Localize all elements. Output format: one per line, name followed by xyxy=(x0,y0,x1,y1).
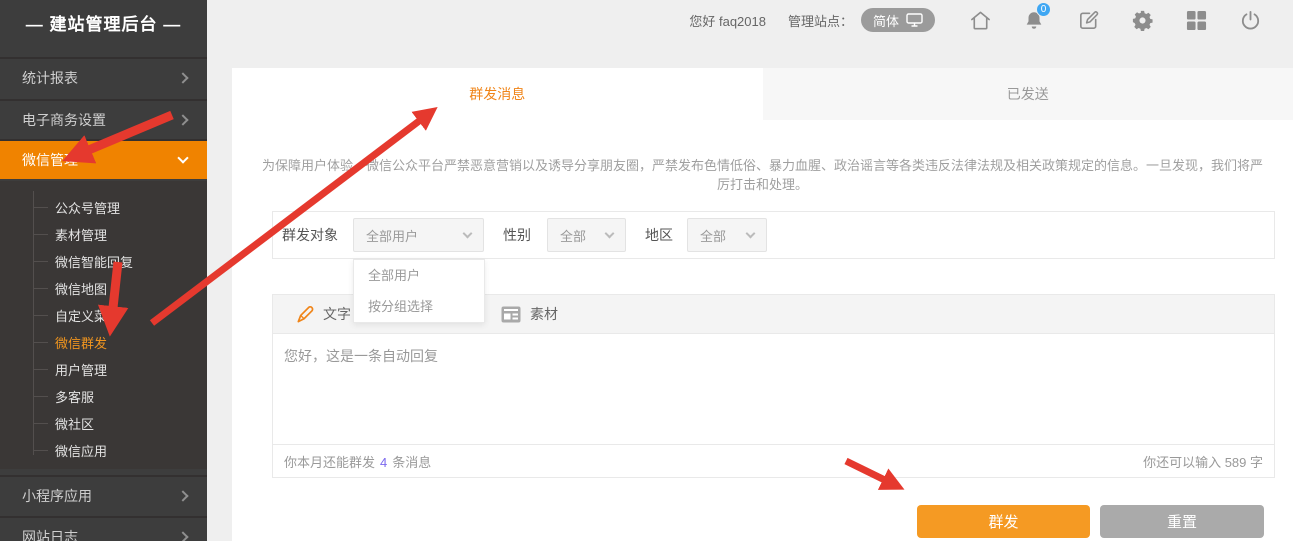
sidebar-item-label: 微信管理 xyxy=(22,150,78,170)
language-site-button[interactable]: 简体 xyxy=(861,8,935,32)
monthly-quota-text: 你本月还能群发4条消息 xyxy=(284,452,431,471)
dropdown-option-all-users[interactable]: 全部用户 xyxy=(354,260,484,291)
submenu-item-official-account[interactable]: 公众号管理 xyxy=(0,194,207,221)
monitor-icon xyxy=(906,13,923,27)
home-button[interactable] xyxy=(953,9,1007,32)
material-tool-button[interactable]: 素材 xyxy=(501,304,558,324)
compose-button[interactable] xyxy=(1061,9,1115,32)
grid-icon xyxy=(1186,10,1207,31)
submenu-item-smart-reply[interactable]: 微信智能回复 xyxy=(0,248,207,275)
action-buttons: 群发 重置 xyxy=(232,478,1293,538)
pencil-icon xyxy=(295,304,314,324)
sidebar-item-label: 小程序应用 xyxy=(22,486,92,506)
submenu-item-wechat-app[interactable]: 微信应用 xyxy=(0,437,207,464)
chevron-down-icon xyxy=(746,229,756,239)
app-title: — 建站管理后台 — xyxy=(0,0,207,45)
managed-site-label: 管理站点： xyxy=(788,11,853,30)
target-dropdown-menu: 全部用户 按分组选择 xyxy=(353,259,485,323)
chars-remaining-text: 你还可以输入 589 字 xyxy=(1143,452,1263,471)
gender-select[interactable]: 全部 xyxy=(547,218,626,252)
filter-row: 群发对象 全部用户 性别 全部 地区 全部 全部用户 按分组选择 xyxy=(272,211,1275,259)
tab-mass-message[interactable]: 群发消息 xyxy=(232,68,763,120)
sidebar-item-ecommerce[interactable]: 电子商务设置 xyxy=(0,99,207,139)
sidebar-item-label: 网站日志 xyxy=(22,527,78,541)
sidebar-item-miniprogram[interactable]: 小程序应用 xyxy=(0,475,207,515)
gender-label: 性别 xyxy=(503,225,531,245)
content-card: 群发消息 已发送 为保障用户体验，微信公众平台严禁恶意营销以及诱导分享朋友圈，严… xyxy=(232,68,1293,541)
chevron-down-icon xyxy=(605,229,615,239)
submenu-item-multi-service[interactable]: 多客服 xyxy=(0,383,207,410)
message-textarea[interactable]: 您好，这是一条自动回复 xyxy=(273,334,1274,444)
tab-bar: 群发消息 已发送 xyxy=(232,68,1293,120)
sidebar: — 建站管理后台 — 统计报表 电子商务设置 微信管理 公众号管理 素材管理 微… xyxy=(0,0,207,541)
chevron-right-icon xyxy=(177,490,188,501)
apps-button[interactable] xyxy=(1169,10,1223,31)
submenu-item-material[interactable]: 素材管理 xyxy=(0,221,207,248)
chevron-right-icon xyxy=(177,72,188,83)
submenu-item-custom-menu[interactable]: 自定义菜单 xyxy=(0,302,207,329)
wechat-submenu: 公众号管理 素材管理 微信智能回复 微信地图 自定义菜单 微信群发 用户管理 多… xyxy=(0,181,207,469)
gear-icon xyxy=(1131,9,1154,32)
top-header: 您好 faq2018 管理站点： 简体 0 xyxy=(207,0,1293,40)
submenu-item-wechat-map[interactable]: 微信地图 xyxy=(0,275,207,302)
target-label: 群发对象 xyxy=(282,225,338,245)
mass-send-button[interactable]: 群发 xyxy=(917,505,1090,538)
sidebar-item-label: 统计报表 xyxy=(22,68,78,88)
notifications-button[interactable]: 0 xyxy=(1007,9,1061,32)
chevron-down-icon xyxy=(177,152,188,163)
chevron-right-icon xyxy=(177,531,188,541)
settings-button[interactable] xyxy=(1115,9,1169,32)
notification-badge: 0 xyxy=(1036,2,1051,17)
region-label: 地区 xyxy=(645,225,673,245)
text-tool-button[interactable]: 文字 xyxy=(295,304,351,324)
home-icon xyxy=(969,9,992,32)
policy-notice: 为保障用户体验，微信公众平台严禁恶意营销以及诱导分享朋友圈，严禁发布色情低俗、暴… xyxy=(232,155,1293,193)
submenu-item-mass-send[interactable]: 微信群发 xyxy=(0,329,207,356)
sidebar-item-label: 电子商务设置 xyxy=(22,110,106,130)
edit-icon xyxy=(1077,9,1100,32)
tab-sent[interactable]: 已发送 xyxy=(763,68,1293,120)
logout-button[interactable] xyxy=(1223,9,1277,32)
material-icon xyxy=(501,306,521,323)
sidebar-item-site-log[interactable]: 网站日志 xyxy=(0,516,207,541)
sidebar-item-wechat[interactable]: 微信管理 xyxy=(0,139,207,179)
chevron-right-icon xyxy=(177,114,188,125)
editor-footer: 你本月还能群发4条消息 你还可以输入 589 字 xyxy=(273,444,1274,477)
submenu-item-micro-community[interactable]: 微社区 xyxy=(0,410,207,437)
user-greeting: 您好 faq2018 xyxy=(689,11,766,30)
chevron-down-icon xyxy=(463,229,473,239)
quota-count: 4 xyxy=(380,455,387,470)
power-icon xyxy=(1239,9,1262,32)
submenu-item-user-management[interactable]: 用户管理 xyxy=(0,356,207,383)
dropdown-option-by-group[interactable]: 按分组选择 xyxy=(354,291,484,322)
region-select[interactable]: 全部 xyxy=(687,218,767,252)
target-select[interactable]: 全部用户 xyxy=(353,218,484,252)
reset-button[interactable]: 重置 xyxy=(1100,505,1264,538)
sidebar-item-stats[interactable]: 统计报表 xyxy=(0,57,207,97)
